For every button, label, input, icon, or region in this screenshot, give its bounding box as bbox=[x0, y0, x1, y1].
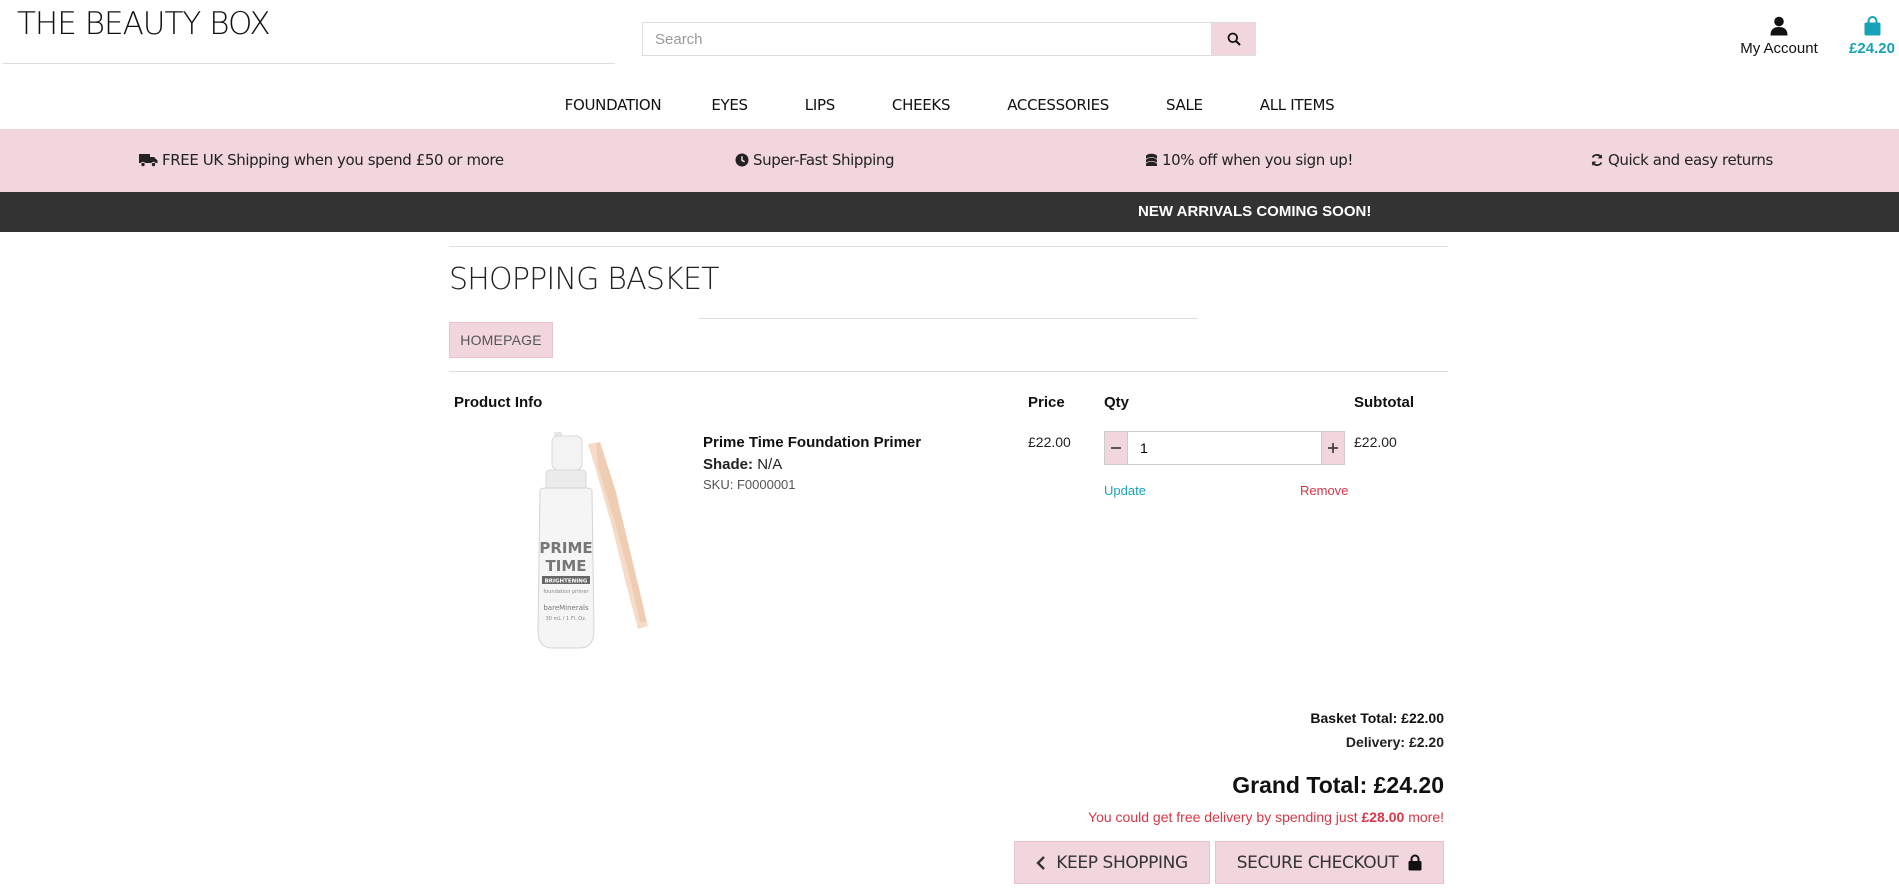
search-input[interactable] bbox=[643, 23, 1211, 55]
nav-sale[interactable]: SALE bbox=[1166, 96, 1203, 114]
promo-fast: Super-Fast Shipping bbox=[735, 151, 895, 169]
product-subtotal: £22.00 bbox=[1354, 434, 1397, 450]
basket-total-label: £24.20 bbox=[1849, 40, 1895, 57]
search-icon bbox=[1227, 32, 1241, 46]
promo-shipping: FREE UK Shipping when you spend £50 or m… bbox=[139, 151, 504, 169]
free-delivery-amount: £28.00 bbox=[1361, 809, 1405, 825]
my-account-label: My Account bbox=[1740, 40, 1818, 57]
product-price: £22.00 bbox=[1028, 434, 1071, 450]
coins-icon bbox=[1145, 153, 1158, 166]
header-price: Price bbox=[1028, 394, 1065, 411]
search-bar bbox=[642, 22, 1256, 56]
decrement-qty-button[interactable] bbox=[1105, 432, 1127, 464]
keep-shopping-label: KEEP SHOPPING bbox=[1056, 852, 1188, 873]
chevron-left-icon bbox=[1036, 855, 1046, 870]
product-name: Prime Time Foundation Primer bbox=[703, 434, 922, 451]
clock-icon bbox=[735, 153, 749, 167]
remove-link[interactable]: Remove bbox=[1300, 483, 1348, 498]
header-qty: Qty bbox=[1104, 394, 1130, 411]
header-product-info: Product Info bbox=[454, 394, 543, 411]
minus-icon bbox=[1111, 447, 1121, 449]
promo-bar: FREE UK Shipping when you spend £50 or m… bbox=[0, 129, 1899, 192]
secure-checkout-button[interactable]: SECURE CHECKOUT bbox=[1215, 841, 1444, 884]
divider bbox=[449, 246, 1448, 247]
keep-shopping-button[interactable]: KEEP SHOPPING bbox=[1014, 841, 1210, 884]
refresh-icon bbox=[1591, 154, 1603, 166]
user-icon bbox=[1770, 16, 1788, 36]
image-text-volume: 30 mL / 1 Fl. Oz. bbox=[546, 616, 587, 622]
secure-checkout-label: SECURE CHECKOUT bbox=[1236, 852, 1399, 873]
logo-divider bbox=[3, 63, 615, 64]
increment-qty-button[interactable] bbox=[1322, 432, 1344, 464]
shopping-bag-icon bbox=[1864, 16, 1880, 36]
search-button[interactable] bbox=[1211, 23, 1255, 55]
image-text-brand: bareMinerals bbox=[543, 604, 589, 612]
quantity-input[interactable] bbox=[1127, 432, 1322, 464]
grand-total: Grand Total: £24.20 bbox=[1232, 772, 1444, 798]
nav-cheeks[interactable]: CHEEKS bbox=[892, 96, 951, 114]
site-logo[interactable]: THE BEAUTY BOX bbox=[17, 6, 271, 42]
main-nav: FOUNDATION EYES LIPS CHEEKS ACCESSORIES … bbox=[0, 96, 1899, 114]
product-shade: Shade: N/A bbox=[703, 456, 782, 473]
nav-accessories[interactable]: ACCESSORIES bbox=[1007, 96, 1109, 114]
product-sku: SKU: F0000001 bbox=[703, 477, 796, 492]
free-delivery-prefix: You could get free delivery by spending … bbox=[1088, 809, 1362, 825]
promo-signup-text: 10% off when you sign up! bbox=[1162, 151, 1354, 169]
shade-value: N/A bbox=[757, 456, 783, 473]
free-delivery-message: You could get free delivery by spending … bbox=[1088, 809, 1444, 825]
update-link[interactable]: Update bbox=[1104, 483, 1146, 498]
image-text-brightening: BRIGHTENING bbox=[545, 579, 588, 585]
nav-eyes[interactable]: EYES bbox=[711, 96, 748, 114]
nav-all-items[interactable]: ALL ITEMS bbox=[1260, 96, 1335, 114]
announcement-bar: NEW ARRIVALS COMING SOON! bbox=[0, 192, 1899, 232]
basket-link[interactable]: £24.20 bbox=[1832, 16, 1899, 57]
announcement-text: NEW ARRIVALS COMING SOON! bbox=[1138, 203, 1372, 220]
divider bbox=[449, 371, 1448, 372]
promo-fast-text: Super-Fast Shipping bbox=[753, 151, 895, 169]
homepage-button[interactable]: HOMEPAGE bbox=[449, 322, 553, 358]
header-subtotal: Subtotal bbox=[1354, 394, 1414, 411]
image-text-time: TIME bbox=[546, 557, 587, 575]
promo-returns: Quick and easy returns bbox=[1590, 151, 1773, 169]
nav-lips[interactable]: LIPS bbox=[805, 96, 835, 114]
nav-foundation[interactable]: FOUNDATION bbox=[565, 96, 662, 114]
shade-label: Shade: bbox=[703, 456, 754, 473]
promo-returns-text: Quick and easy returns bbox=[1608, 151, 1773, 169]
page-title: SHOPPING BASKET bbox=[449, 262, 719, 297]
truck-icon bbox=[139, 154, 158, 167]
plus-icon bbox=[1328, 443, 1338, 453]
divider bbox=[699, 318, 1198, 319]
quantity-stepper bbox=[1104, 431, 1345, 465]
product-image[interactable]: PRIME TIME BRIGHTENING foundation primer… bbox=[530, 430, 670, 650]
image-text-foundation-primer: foundation primer bbox=[543, 589, 589, 595]
promo-signup: 10% off when you sign up! bbox=[1145, 151, 1353, 169]
delivery-cost: Delivery: £2.20 bbox=[1345, 734, 1444, 750]
my-account-link[interactable]: My Account bbox=[1714, 16, 1844, 57]
free-delivery-suffix: more! bbox=[1404, 809, 1444, 825]
lock-icon bbox=[1408, 854, 1422, 871]
basket-total: Basket Total: £22.00 bbox=[1310, 710, 1444, 726]
image-text-prime: PRIME bbox=[539, 539, 592, 557]
promo-shipping-text: FREE UK Shipping when you spend £50 or m… bbox=[162, 151, 504, 169]
